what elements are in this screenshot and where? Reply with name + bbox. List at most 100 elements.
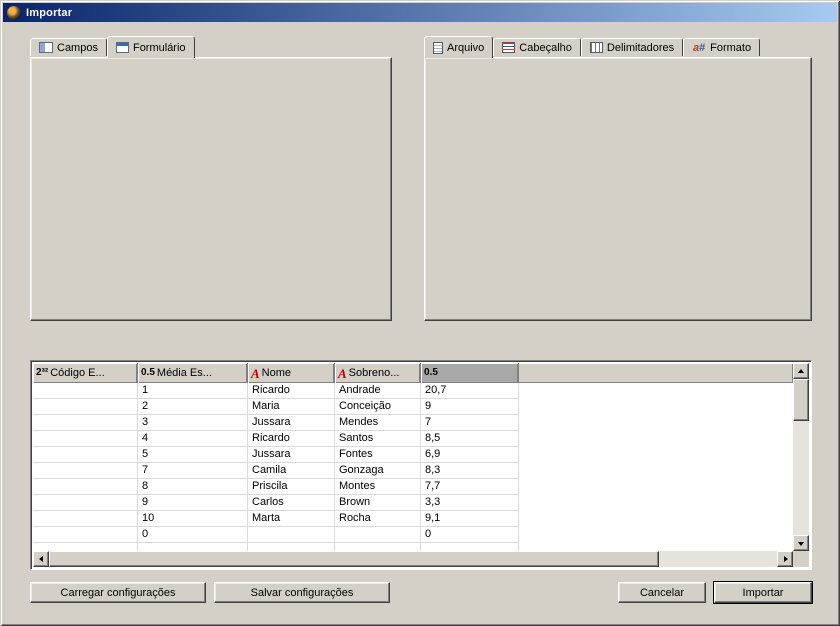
scroll-up-icon[interactable]: [793, 363, 809, 379]
cell-media: 5: [138, 447, 248, 463]
cell-sobrenome: Brown: [335, 495, 421, 511]
cell-sobrenome: Santos: [335, 431, 421, 447]
cell-media: 10: [138, 511, 248, 527]
tab-label: Delimitadores: [607, 42, 674, 54]
titlebar[interactable]: Importar: [3, 3, 837, 22]
import-dialog: Importar Campos Formulário Importar Tabe…: [0, 0, 840, 626]
cell-valor: 20,7: [421, 383, 519, 399]
table-row[interactable]: 1 Ricardo Andrade 20,7: [33, 383, 793, 399]
form-tab-panel: [30, 57, 392, 321]
cell-valor: 8,5: [421, 431, 519, 447]
column-type-icon: 2³²: [36, 368, 48, 378]
grid-gridlines-filler: [33, 541, 519, 551]
scroll-down-icon[interactable]: [793, 535, 809, 551]
cell-nome: Jussara: [248, 415, 335, 431]
column-header[interactable]: 0.5: [421, 363, 519, 383]
cell-nome: Maria: [248, 399, 335, 415]
tab-icon: [39, 42, 53, 53]
vertical-scroll-thumb[interactable]: [793, 379, 809, 421]
cell-codigo: [33, 511, 138, 527]
cell-codigo: [33, 383, 138, 399]
scroll-left-icon[interactable]: [33, 551, 49, 567]
tab-icon: [433, 42, 443, 54]
cell-media: 2: [138, 399, 248, 415]
tab-label: Formulário: [133, 42, 186, 54]
tab-icon: [502, 42, 515, 53]
cell-nome: Carlos: [248, 495, 335, 511]
column-header[interactable]: 2³² Código E...: [33, 363, 138, 383]
cell-nome: Ricardo: [248, 383, 335, 399]
cell-valor: 9: [421, 399, 519, 415]
column-header[interactable]: 0.5 Média Es...: [138, 363, 248, 383]
column-type-icon: 0.5: [424, 368, 438, 378]
cell-media: 9: [138, 495, 248, 511]
import-button[interactable]: Importar: [714, 582, 812, 603]
cell-sobrenome: Mendes: [335, 415, 421, 431]
table-row[interactable]: 2 Maria Conceição 9: [33, 399, 793, 415]
right-tabstrip: Arquivo Cabeçalho Delimitadores Formato: [424, 36, 760, 58]
cell-media: 8: [138, 479, 248, 495]
tab[interactable]: Cabeçalho: [493, 38, 581, 56]
left-tabstrip: Campos Formulário: [30, 36, 195, 58]
grid-horizontal-scrollbar[interactable]: [33, 551, 793, 567]
tab[interactable]: Formato: [683, 38, 760, 56]
cell-valor: 8,3: [421, 463, 519, 479]
grid-header: 2³² Código E... 0.5 Média Es... A Nome A…: [33, 363, 793, 383]
horizontal-scroll-thumb[interactable]: [49, 551, 659, 567]
table-row[interactable]: 3 Jussara Mendes 7: [33, 415, 793, 431]
tab[interactable]: Delimitadores: [581, 38, 683, 56]
import-preview-grid: 2³² Código E... 0.5 Média Es... A Nome A…: [30, 360, 812, 570]
cell-codigo: [33, 431, 138, 447]
window-title: Importar: [26, 7, 72, 19]
column-header[interactable]: A Nome: [248, 363, 335, 383]
load-config-button[interactable]: Carregar configurações: [30, 582, 206, 603]
tab-label: Formato: [710, 42, 751, 54]
cell-nome: Marta: [248, 511, 335, 527]
cell-sobrenome: Conceição: [335, 399, 421, 415]
table-row[interactable]: 9 Carlos Brown 3,3: [33, 495, 793, 511]
tab[interactable]: Campos: [30, 38, 107, 56]
cell-media: 4: [138, 431, 248, 447]
table-row[interactable]: 4 Ricardo Santos 8,5: [33, 431, 793, 447]
tab[interactable]: Arquivo: [424, 36, 493, 58]
column-header[interactable]: A Sobreno...: [335, 363, 421, 383]
tab-label: Campos: [57, 42, 98, 54]
tab-label: Arquivo: [447, 42, 484, 54]
cell-sobrenome: Andrade: [335, 383, 421, 399]
cell-nome: Jussara: [248, 447, 335, 463]
column-header-label: Código E...: [50, 367, 104, 379]
grid-vertical-scrollbar[interactable]: [793, 363, 809, 551]
cell-valor: 7,7: [421, 479, 519, 495]
cell-sobrenome: Rocha: [335, 511, 421, 527]
scrollbar-corner: [793, 551, 809, 567]
table-row[interactable]: 7 Camila Gonzaga 8,3: [33, 463, 793, 479]
table-row[interactable]: 10 Marta Rocha 9,1: [33, 511, 793, 527]
tab[interactable]: Formulário: [107, 36, 195, 58]
cell-sobrenome: Montes: [335, 479, 421, 495]
cell-nome: Ricardo: [248, 431, 335, 447]
grid-body: 1 Ricardo Andrade 20,7 2 Maria Conceição…: [33, 383, 793, 551]
cell-codigo: [33, 463, 138, 479]
cell-nome: Camila: [248, 463, 335, 479]
cell-codigo: [33, 399, 138, 415]
cell-valor: 9,1: [421, 511, 519, 527]
tab-label: Cabeçalho: [519, 42, 572, 54]
cell-codigo: [33, 479, 138, 495]
table-row[interactable]: 8 Priscila Montes 7,7: [33, 479, 793, 495]
table-row[interactable]: 5 Jussara Fontes 6,9: [33, 447, 793, 463]
scroll-right-icon[interactable]: [777, 551, 793, 567]
cell-valor: 3,3: [421, 495, 519, 511]
column-header-label: Sobreno...: [349, 367, 400, 379]
file-tab-panel: [424, 57, 812, 321]
cancel-button[interactable]: Cancelar: [618, 582, 706, 603]
cell-codigo: [33, 415, 138, 431]
column-header-label: Nome: [262, 367, 291, 379]
tab-icon: [692, 42, 706, 54]
column-type-icon: A: [251, 367, 260, 380]
cell-valor: 6,9: [421, 447, 519, 463]
grid-rows: 1 Ricardo Andrade 20,7 2 Maria Conceição…: [33, 383, 793, 543]
tab-icon: [590, 42, 603, 53]
save-config-button[interactable]: Salvar configurações: [214, 582, 390, 603]
cell-media: 3: [138, 415, 248, 431]
cell-sobrenome: Gonzaga: [335, 463, 421, 479]
